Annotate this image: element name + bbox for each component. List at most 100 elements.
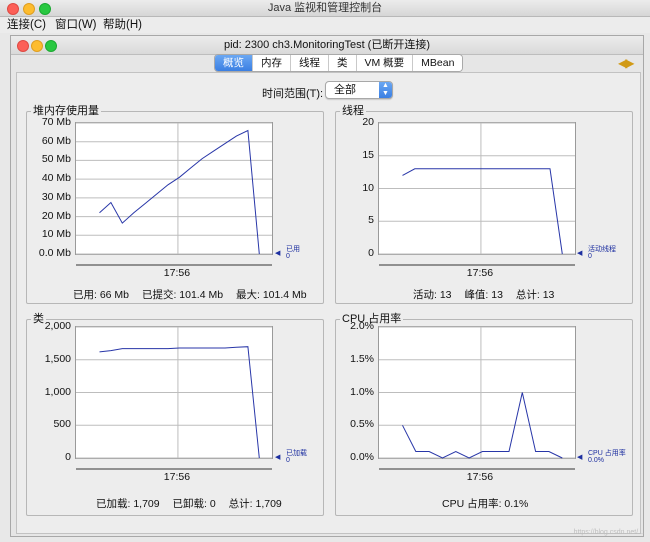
overview-content: 时间范围(T): 全部 ▲ ▼ 堆内存使用量 ◀ 已用 0 已用: 66 Mb 已…	[16, 72, 641, 534]
threads-stat-live: 活动: 13	[413, 289, 452, 301]
heap-legend-name: 已用	[286, 246, 300, 253]
threads-ytick-label: 10	[362, 181, 374, 194]
heap-stat-used: 已用: 66 Mb	[73, 289, 130, 301]
heap-stats: 已用: 66 Mb 已提交: 101.4 Mb 最大: 101.4 Mb	[73, 287, 317, 302]
tab-threads[interactable]: 线程	[291, 55, 329, 71]
menu-window[interactable]: 窗口(W)	[55, 17, 97, 33]
classes-legend-arrow-icon: ◀	[275, 454, 281, 461]
heap-chart-svg	[76, 122, 272, 266]
heap-legend: 已用 0	[286, 246, 300, 260]
classes-stats: 已加载: 1,709 已卸载: 0 总计: 1,709	[96, 496, 292, 511]
cpu-ytick-label: 1.0%	[350, 385, 374, 398]
tab-memory[interactable]: 内存	[253, 55, 291, 71]
close-inner-button[interactable]	[17, 40, 29, 52]
threads-ytick-label: 5	[368, 214, 374, 227]
threads-xtick-label: 17:56	[466, 267, 494, 279]
classes-series-line	[99, 346, 260, 459]
classes-ytick-label: 500	[53, 418, 71, 431]
cpu-legend-arrow-icon: ◀	[577, 454, 583, 461]
cpu-legend: CPU 占用率 0.0%	[588, 450, 626, 464]
threads-stat-total: 总计: 13	[515, 289, 555, 301]
minimize-inner-button[interactable]	[31, 40, 43, 52]
heap-ytick-label: 70 Mb	[41, 116, 71, 128]
classes-ytick-label: 0	[65, 451, 71, 463]
connection-titlebar: pid: 2300 ch3.MonitoringTest (已断开连接)	[11, 36, 643, 55]
classes-stat-loaded: 已加载: 1,709	[96, 498, 160, 510]
heap-legend-arrow-icon: ◀	[275, 250, 281, 257]
close-window-button[interactable]	[7, 3, 19, 15]
cpu-plot	[378, 326, 576, 470]
threads-panel: 线程 ◀ 活动线程 0 活动: 13 峰值: 13 总计: 13 0 5 10 15 2…	[335, 104, 633, 304]
timerange-label: 时间范围(T):	[262, 88, 324, 100]
heap-ytick-label: 50 Mb	[41, 153, 71, 166]
classes-ytick-label: 1,000	[44, 385, 71, 398]
minimize-window-button[interactable]	[23, 3, 35, 15]
timerange-value: 全部	[334, 84, 356, 96]
app-titlebar: Java 监视和管理控制台	[0, 0, 650, 17]
threads-series-line	[402, 168, 563, 255]
tab-overview[interactable]: 概览	[215, 55, 253, 71]
tab-scroll-arrows-icon[interactable]: ◀▶	[618, 57, 635, 69]
heap-panel: 堆内存使用量 ◀ 已用 0 已用: 66 Mb 已提交: 101.4 Mb 最大…	[26, 104, 324, 304]
heap-ytick-label: 20 Mb	[41, 209, 71, 222]
threads-ytick-label: 20	[362, 116, 374, 128]
menu-help[interactable]: 帮助(H)	[103, 17, 142, 33]
cpu-stats: CPU 占用率: 0.1%	[442, 496, 538, 511]
threads-legend-value: 0	[588, 253, 592, 260]
tab-mbeans[interactable]: MBean	[413, 55, 463, 71]
cpu-ytick-label: 0.5%	[350, 418, 374, 431]
tab-classes[interactable]: 类	[329, 55, 357, 71]
classes-stat-unloaded: 已卸载: 0	[172, 498, 216, 510]
zoom-window-button[interactable]	[39, 3, 51, 15]
cpu-stat-usage: CPU 占用率: 0.1%	[442, 498, 529, 510]
classes-legend-name: 已加载	[286, 450, 307, 457]
threads-legend-arrow-icon: ◀	[577, 250, 583, 257]
select-updown-icon: ▲ ▼	[379, 82, 392, 98]
heap-ytick-label: 0.0 Mb	[38, 247, 71, 259]
heap-plot	[75, 122, 273, 266]
classes-chart-svg	[76, 326, 272, 470]
threads-legend: 活动线程 0	[588, 246, 616, 260]
cpu-ytick-label: 1.5%	[350, 352, 374, 365]
connection-title: pid: 2300 ch3.MonitoringTest (已断开连接)	[223, 39, 431, 51]
threads-ytick-label: 0	[368, 247, 374, 259]
tab-bar: 概览 内存 线程 类 VM 概要 MBean	[214, 54, 464, 72]
connection-window: pid: 2300 ch3.MonitoringTest (已断开连接) 概览 …	[10, 35, 644, 537]
threads-plot	[378, 122, 576, 266]
heap-ytick-label: 60 Mb	[41, 134, 71, 147]
threads-legend-name: 活动线程	[588, 246, 616, 253]
cpu-xtick-label: 17:56	[466, 471, 494, 483]
menubar: 连接(C) 窗口(W) 帮助(H)	[0, 17, 650, 33]
classes-xtick-label: 17:56	[163, 471, 191, 483]
classes-plot	[75, 326, 273, 470]
classes-ytick-label: 2,000	[44, 320, 71, 332]
classes-legend-value: 0	[286, 457, 290, 464]
classes-panel: 类 ◀ 已加载 0 已加载: 1,709 已卸载: 0 总计: 1,709 05…	[26, 312, 324, 516]
classes-legend: 已加载 0	[286, 450, 307, 464]
watermark: https://blog.csdn.net/...	[573, 529, 644, 536]
threads-stat-peak: 峰值: 13	[464, 289, 503, 301]
cpu-chart-svg	[379, 326, 575, 470]
zoom-inner-button[interactable]	[45, 40, 57, 52]
threads-stats: 活动: 13 峰值: 13 总计: 13	[413, 287, 564, 302]
threads-chart-svg	[379, 122, 575, 266]
tab-vm-summary[interactable]: VM 概要	[356, 55, 414, 71]
cpu-legend-name: CPU 占用率	[588, 450, 626, 457]
menu-connection[interactable]: 连接(C)	[7, 17, 46, 33]
classes-stat-total: 总计: 1,709	[228, 498, 282, 510]
cpu-panel: CPU 占用率 ◀ CPU 占用率 0.0% CPU 占用率: 0.1% 0.0…	[335, 312, 633, 516]
heap-legend-value: 0	[286, 253, 290, 260]
cpu-ytick-label: 2.0%	[350, 320, 374, 332]
heap-stat-committed: 已提交: 101.4 Mb	[141, 289, 224, 301]
cpu-legend-value: 0.0%	[588, 457, 604, 464]
threads-ytick-label: 15	[362, 148, 374, 161]
cpu-ytick-label: 0.0%	[350, 451, 374, 463]
heap-ytick-label: 10 Mb	[41, 228, 71, 241]
timerange-select[interactable]: 全部 ▲ ▼	[325, 81, 393, 99]
heap-stat-max: 最大: 101.4 Mb	[236, 289, 307, 301]
app-title: Java 监视和管理控制台	[267, 2, 383, 14]
heap-ytick-label: 40 Mb	[41, 172, 71, 185]
heap-ytick-label: 30 Mb	[41, 190, 71, 203]
heap-xtick-label: 17:56	[163, 267, 191, 279]
classes-ytick-label: 1,500	[44, 352, 71, 365]
